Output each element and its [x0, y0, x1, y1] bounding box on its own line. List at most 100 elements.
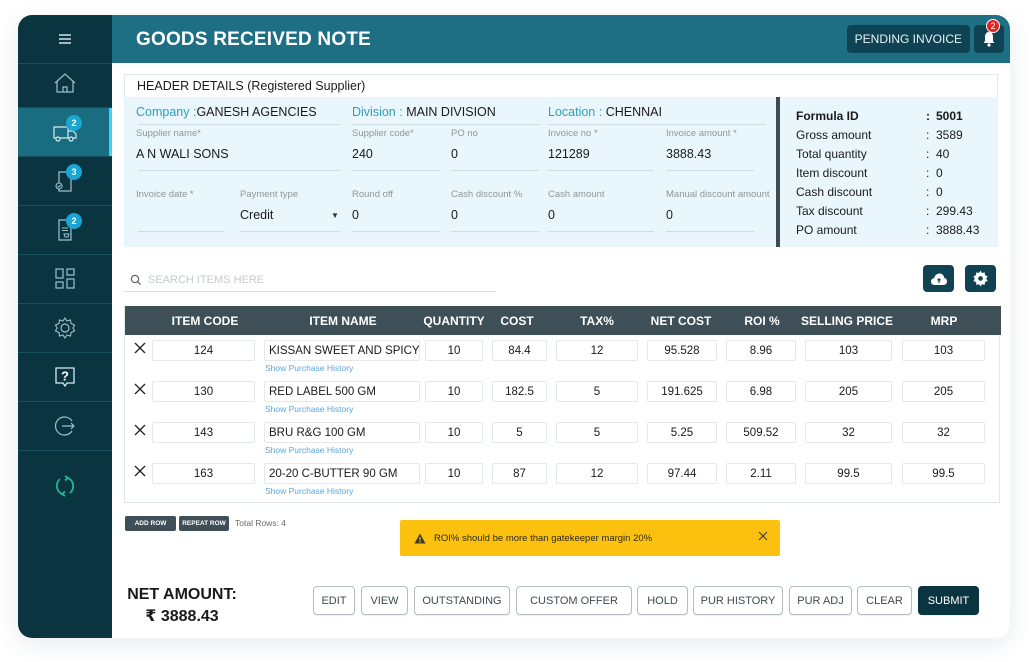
- sidebar-menu-toggle[interactable]: [18, 15, 112, 64]
- sidebar-item-invoices[interactable]: 2: [18, 206, 112, 255]
- logout-icon: [54, 416, 75, 436]
- cash-amount-field[interactable]: Cash amount 0: [548, 189, 656, 222]
- remove-row-icon[interactable]: [133, 382, 147, 396]
- sidebar-badge: 2: [66, 115, 82, 131]
- close-icon[interactable]: [758, 531, 768, 541]
- selling-price-cell[interactable]: 103: [805, 340, 892, 361]
- pending-invoice-button[interactable]: PENDING INVOICE: [846, 25, 970, 53]
- item-code-cell[interactable]: 163: [152, 463, 255, 484]
- summary-label: Item discount: [796, 166, 868, 180]
- sidebar-badge: 3: [66, 164, 82, 180]
- tax-cell[interactable]: 5: [556, 422, 638, 443]
- sidebar-item-sync[interactable]: [18, 451, 112, 521]
- table-row: 124 KISSAN SWEET AND SPICY S 10 84.4 12 95.52…: [125, 335, 1001, 376]
- sidebar-item-purchase-orders[interactable]: 3: [18, 157, 112, 206]
- summary-colon: :: [926, 185, 930, 199]
- po-no-field[interactable]: PO no 0: [451, 128, 541, 161]
- round-off-field[interactable]: Round off 0: [352, 189, 442, 222]
- sidebar-item-logout[interactable]: [18, 402, 112, 451]
- remove-row-icon[interactable]: [133, 341, 147, 355]
- selling-price-cell[interactable]: 32: [805, 422, 892, 443]
- net-cost-cell[interactable]: 5.25: [647, 422, 717, 443]
- summary-label: Tax discount: [796, 204, 863, 218]
- net-cost-cell[interactable]: 191.625: [647, 381, 717, 402]
- sidebar-item-help[interactable]: ?: [18, 353, 112, 402]
- item-name-cell[interactable]: RED LABEL 500 GM: [264, 381, 420, 402]
- pur-adj-button[interactable]: PUR ADJ: [789, 586, 852, 615]
- summary-colon: :: [926, 204, 930, 218]
- net-amount-value: ₹ 3888.43: [145, 608, 219, 625]
- column-header: MRP: [930, 314, 958, 328]
- pur-history-button[interactable]: PUR HISTORY: [693, 586, 783, 615]
- roi-cell[interactable]: 2.11: [726, 463, 796, 484]
- quantity-cell[interactable]: 10: [425, 463, 483, 484]
- roi-cell[interactable]: 509.52: [726, 422, 796, 443]
- cost-cell[interactable]: 5: [492, 422, 547, 443]
- tax-cell[interactable]: 12: [556, 340, 638, 361]
- net-cost-cell[interactable]: 97.44: [647, 463, 717, 484]
- chevron-down-icon[interactable]: ▼: [331, 211, 339, 220]
- payment-type-select[interactable]: Payment type Credit: [240, 189, 340, 222]
- manual-discount-field[interactable]: Manual discount amount 0: [666, 189, 778, 222]
- item-code-cell[interactable]: 143: [152, 422, 255, 443]
- item-name-cell[interactable]: 20-20 C-BUTTER 90 GM: [264, 463, 420, 484]
- sidebar-item-goods-received[interactable]: 2: [18, 108, 112, 157]
- sidebar-item-home[interactable]: [18, 59, 112, 108]
- edit-button[interactable]: EDIT: [313, 586, 355, 615]
- summary-value: 3589: [936, 128, 963, 142]
- show-purchase-history-link[interactable]: Show Purchase History: [265, 445, 353, 455]
- supplier-code-field[interactable]: Supplier code* 240: [352, 128, 442, 161]
- item-name-cell[interactable]: KISSAN SWEET AND SPICY S: [264, 340, 420, 361]
- remove-row-icon[interactable]: [133, 464, 147, 478]
- sidebar-item-settings[interactable]: [18, 304, 112, 353]
- mrp-cell[interactable]: 103: [902, 340, 985, 361]
- tax-cell[interactable]: 5: [556, 381, 638, 402]
- mrp-cell[interactable]: 205: [902, 381, 985, 402]
- show-purchase-history-link[interactable]: Show Purchase History: [265, 363, 353, 373]
- selling-price-cell[interactable]: 205: [805, 381, 892, 402]
- table-settings-button[interactable]: [965, 265, 996, 292]
- search-input[interactable]: [148, 273, 478, 286]
- summary-colon: :: [926, 147, 930, 161]
- roi-cell[interactable]: 8.96: [726, 340, 796, 361]
- hold-button[interactable]: HOLD: [637, 586, 688, 615]
- selling-price-cell[interactable]: 99.5: [805, 463, 892, 484]
- cost-cell[interactable]: 87: [492, 463, 547, 484]
- repeat-row-button[interactable]: REPEAT ROW: [179, 516, 229, 531]
- hamburger-icon: [59, 34, 71, 44]
- remove-row-icon[interactable]: [133, 423, 147, 437]
- item-code-cell[interactable]: 124: [152, 340, 255, 361]
- quantity-cell[interactable]: 10: [425, 381, 483, 402]
- item-code-cell[interactable]: 130: [152, 381, 255, 402]
- custom-offer-button[interactable]: CUSTOM OFFER: [516, 586, 632, 615]
- invoice-amount-field[interactable]: Invoice amount * 3888.43: [666, 128, 776, 161]
- invoice-date-field[interactable]: Invoice date *: [136, 189, 226, 208]
- supplier-name-field[interactable]: Supplier name* A N WALI SONS: [136, 128, 340, 161]
- cost-cell[interactable]: 84.4: [492, 340, 547, 361]
- outstanding-button[interactable]: OUTSTANDING: [414, 586, 510, 615]
- clear-button[interactable]: CLEAR: [857, 586, 912, 615]
- invoice-no-field[interactable]: Invoice no * 121289: [548, 128, 656, 161]
- tax-cell[interactable]: 12: [556, 463, 638, 484]
- submit-button[interactable]: SUBMIT: [918, 586, 979, 615]
- cash-discount-pct-field[interactable]: Cash discount % 0: [451, 189, 541, 222]
- column-header: COST: [500, 314, 534, 328]
- mrp-cell[interactable]: 99.5: [902, 463, 985, 484]
- roi-cell[interactable]: 6.98: [726, 381, 796, 402]
- summary-colon: :: [926, 128, 930, 142]
- notifications-button[interactable]: 2: [974, 19, 1004, 53]
- upload-button[interactable]: [923, 265, 954, 292]
- summary-label: Cash discount: [796, 185, 873, 199]
- cost-cell[interactable]: 182.5: [492, 381, 547, 402]
- sidebar-item-dashboard[interactable]: [18, 255, 112, 304]
- add-row-button[interactable]: ADD ROW: [125, 516, 176, 531]
- net-cost-cell[interactable]: 95.528: [647, 340, 717, 361]
- quantity-cell[interactable]: 10: [425, 422, 483, 443]
- show-purchase-history-link[interactable]: Show Purchase History: [265, 486, 353, 496]
- mrp-cell[interactable]: 32: [902, 422, 985, 443]
- table-header: ITEM CODE ITEM NAME QUANTITY COST TAX% N…: [125, 306, 1001, 335]
- item-name-cell[interactable]: BRU R&G 100 GM: [264, 422, 420, 443]
- view-button[interactable]: VIEW: [361, 586, 408, 615]
- quantity-cell[interactable]: 10: [425, 340, 483, 361]
- show-purchase-history-link[interactable]: Show Purchase History: [265, 404, 353, 414]
